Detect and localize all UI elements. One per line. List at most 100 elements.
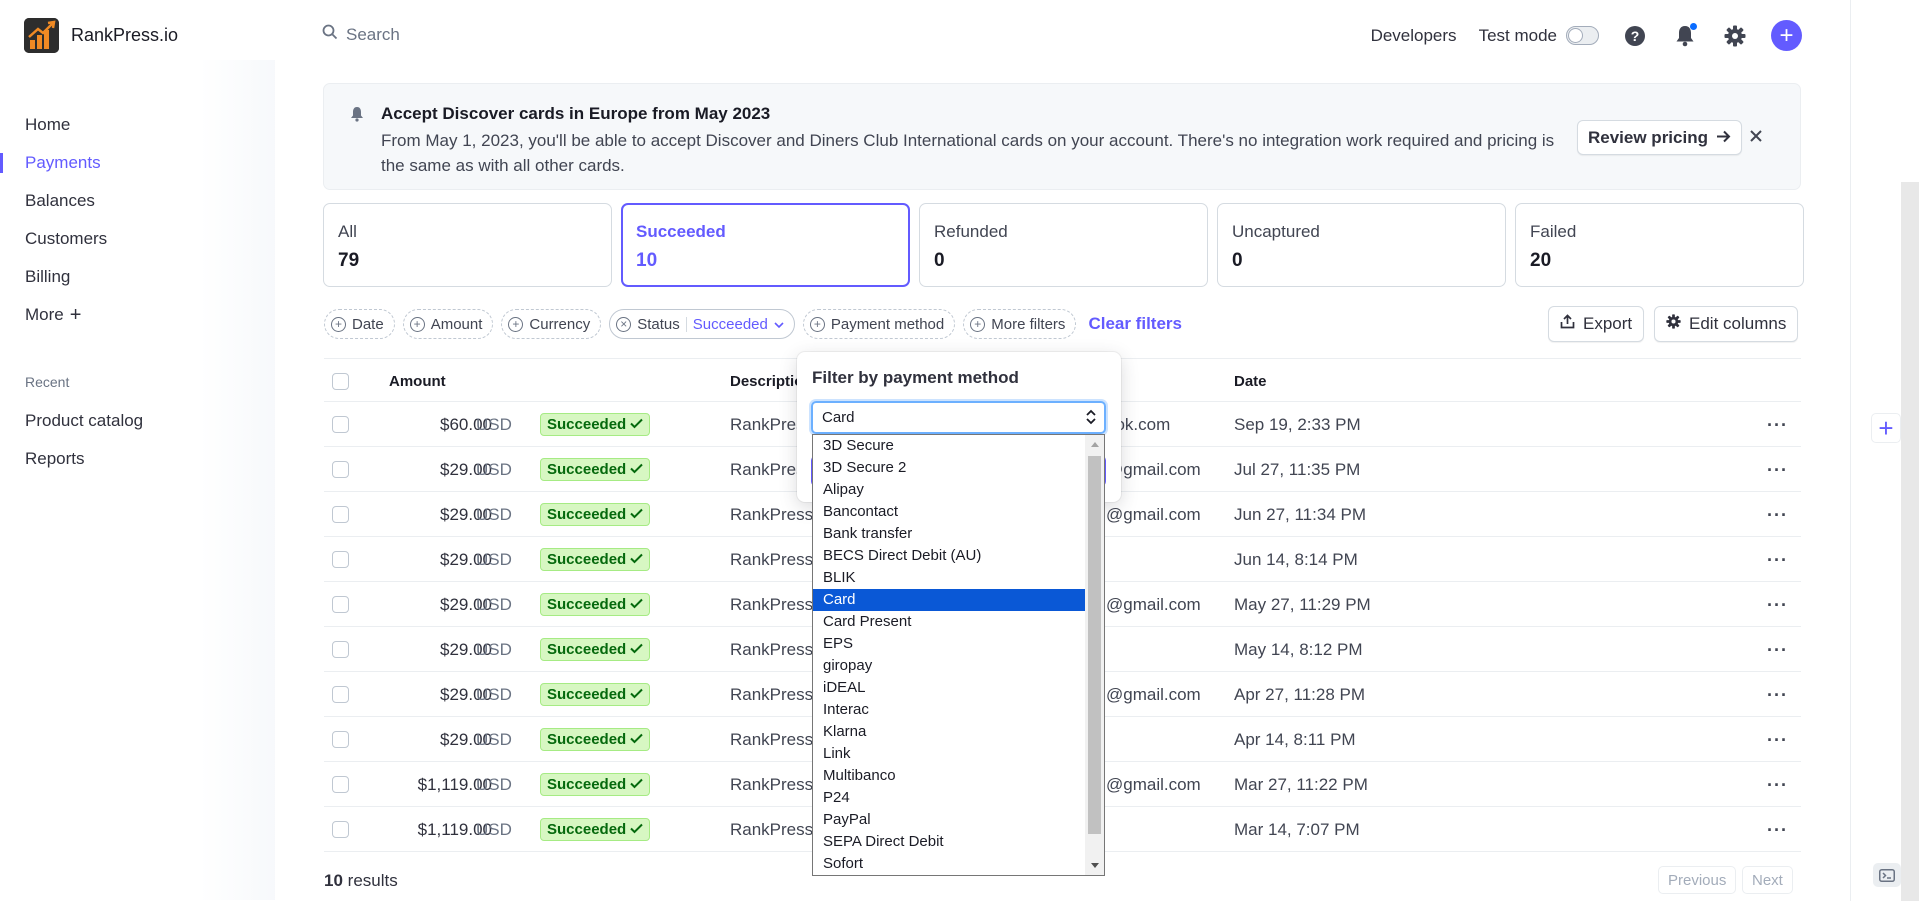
filter-amount[interactable]: + Amount: [402, 309, 494, 339]
plus-icon: +: [69, 303, 82, 326]
row-checkbox[interactable]: [332, 641, 349, 658]
row-currency: USD: [476, 550, 512, 569]
create-plus-button[interactable]: +: [1771, 20, 1802, 51]
edit-columns-button[interactable]: Edit columns: [1654, 306, 1799, 342]
option-item[interactable]: Link: [813, 743, 1086, 765]
option-item[interactable]: iDEAL: [813, 677, 1086, 699]
more-actions-icon[interactable]: ···: [1767, 415, 1788, 436]
export-button[interactable]: Export: [1548, 306, 1645, 342]
status-badge: Succeeded: [540, 548, 651, 571]
sidebar-item-customers[interactable]: Customers: [0, 220, 275, 258]
scrollbar-thumb[interactable]: [1088, 456, 1101, 834]
row-customer: @gmail.com: [1106, 775, 1201, 794]
next-button[interactable]: Next: [1742, 866, 1793, 894]
clear-filters-link[interactable]: Clear filters: [1088, 314, 1182, 334]
option-item[interactable]: BLIK: [813, 567, 1086, 589]
tab-label: Succeeded: [636, 222, 726, 241]
remove-circle-icon[interactable]: ×: [616, 316, 632, 332]
row-checkbox[interactable]: [332, 731, 349, 748]
close-icon[interactable]: [1749, 128, 1763, 148]
developers-link[interactable]: Developers: [1371, 26, 1457, 46]
more-actions-icon[interactable]: ···: [1767, 460, 1788, 481]
recent-item-reports[interactable]: Reports: [0, 440, 275, 478]
column-date[interactable]: Date: [1234, 373, 1267, 390]
scroll-up-arrow-icon[interactable]: [1091, 442, 1099, 447]
select-all-checkbox[interactable]: [332, 373, 349, 390]
more-actions-icon[interactable]: ···: [1767, 685, 1788, 706]
sidebar-item-billing[interactable]: Billing: [0, 258, 275, 296]
previous-button[interactable]: Previous: [1658, 866, 1737, 894]
option-item[interactable]: Interac: [813, 699, 1086, 721]
tab-refunded[interactable]: Refunded 0: [919, 203, 1208, 287]
option-item[interactable]: Multibanco: [813, 765, 1086, 787]
status-label: Succeeded: [547, 776, 627, 793]
tab-succeeded[interactable]: Succeeded 10: [621, 203, 910, 287]
option-item[interactable]: Alipay: [813, 479, 1086, 501]
more-actions-icon[interactable]: ···: [1767, 640, 1788, 661]
row-checkbox[interactable]: [332, 551, 349, 568]
test-mode-control: Test mode: [1479, 26, 1599, 46]
settings-gear-icon[interactable]: [1721, 22, 1749, 50]
scroll-down-arrow-icon[interactable]: [1091, 863, 1099, 868]
option-item[interactable]: Card Present: [813, 611, 1086, 633]
filter-payment-method[interactable]: + Payment method: [802, 309, 956, 339]
filter-date[interactable]: + Date: [324, 309, 395, 339]
row-checkbox[interactable]: [332, 821, 349, 838]
checkmark-icon: [630, 461, 643, 478]
sidebar-item-payments[interactable]: Payments: [0, 144, 275, 182]
filter-more[interactable]: + More filters: [963, 309, 1077, 339]
row-checkbox[interactable]: [332, 506, 349, 523]
option-item[interactable]: Sofort: [813, 853, 1086, 875]
row-description: RankPres: [730, 460, 805, 479]
row-checkbox[interactable]: [332, 596, 349, 613]
column-amount[interactable]: Amount: [389, 373, 446, 390]
option-item[interactable]: 3D Secure 2: [813, 457, 1086, 479]
option-item[interactable]: Klarna: [813, 721, 1086, 743]
options-scrollbar[interactable]: [1085, 435, 1104, 875]
export-label: Export: [1583, 314, 1633, 333]
row-checkbox[interactable]: [332, 416, 349, 433]
sidebar-item-balances[interactable]: Balances: [0, 182, 275, 220]
status-badge: Succeeded: [540, 638, 651, 661]
sidebar-item-more[interactable]: More +: [0, 296, 275, 334]
more-actions-icon[interactable]: ···: [1767, 505, 1788, 526]
payment-method-select[interactable]: Card: [811, 401, 1106, 434]
more-actions-icon[interactable]: ···: [1767, 820, 1788, 841]
page-scrollbar[interactable]: [1901, 182, 1919, 901]
option-item[interactable]: PayPal: [813, 809, 1086, 831]
sidebar-item-home[interactable]: Home: [0, 106, 275, 144]
option-item[interactable]: SEPA Direct Debit: [813, 831, 1086, 853]
option-item[interactable]: Bancontact: [813, 501, 1086, 523]
row-checkbox[interactable]: [332, 461, 349, 478]
row-checkbox[interactable]: [332, 776, 349, 793]
option-item[interactable]: 3D Secure: [813, 435, 1086, 457]
tab-all[interactable]: All 79: [323, 203, 612, 287]
search-input[interactable]: Search: [322, 24, 400, 45]
add-panel-plus-icon[interactable]: +: [1871, 413, 1901, 443]
tab-uncaptured[interactable]: Uncaptured 0: [1217, 203, 1506, 287]
more-actions-icon[interactable]: ···: [1767, 550, 1788, 571]
tab-count: 79: [338, 250, 360, 271]
test-mode-toggle[interactable]: [1566, 26, 1599, 45]
notifications-icon[interactable]: [1671, 22, 1699, 50]
filter-status[interactable]: × Status Succeeded: [609, 309, 795, 339]
option-item[interactable]: BECS Direct Debit (AU): [813, 545, 1086, 567]
brand[interactable]: RankPress.io: [24, 18, 178, 53]
review-pricing-button[interactable]: Review pricing: [1577, 120, 1742, 155]
row-checkbox[interactable]: [332, 686, 349, 703]
option-item[interactable]: EPS: [813, 633, 1086, 655]
tab-failed[interactable]: Failed 20: [1515, 203, 1804, 287]
terminal-icon[interactable]: [1873, 863, 1901, 887]
option-item[interactable]: P24: [813, 787, 1086, 809]
help-icon[interactable]: ?: [1621, 22, 1649, 50]
recent-item-product-catalog[interactable]: Product catalog: [0, 402, 275, 440]
more-actions-icon[interactable]: ···: [1767, 730, 1788, 751]
more-actions-icon[interactable]: ···: [1767, 775, 1788, 796]
more-actions-icon[interactable]: ···: [1767, 595, 1788, 616]
option-item[interactable]: giropay: [813, 655, 1086, 677]
status-label: Succeeded: [547, 551, 627, 568]
option-item[interactable]: Card: [813, 589, 1086, 611]
option-item[interactable]: Bank transfer: [813, 523, 1086, 545]
filter-currency[interactable]: + Currency: [501, 309, 602, 339]
row-description: RankPress.: [730, 820, 818, 839]
